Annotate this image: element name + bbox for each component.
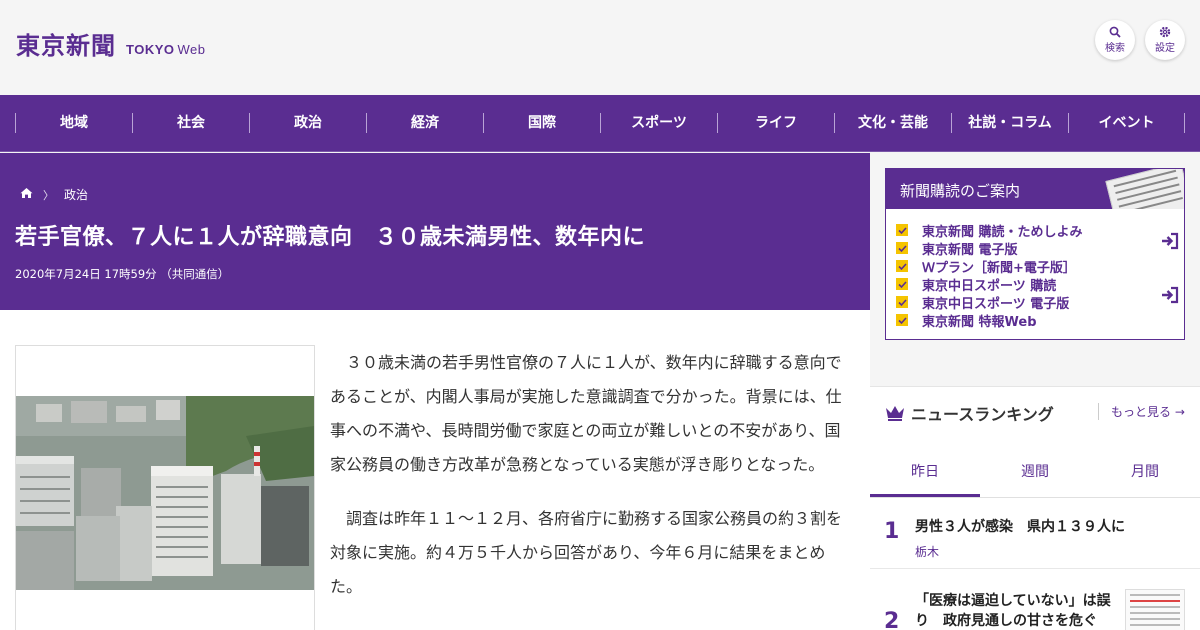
ranking-item[interactable]: 2 「医療は逼迫していない」は誤り 政府見通しの甘さを危ぐ — [870, 569, 1200, 630]
article-text: ３０歳未満の若手男性官僚の７人に１人が、数年内に辞職する意向であることが、内閣人… — [330, 346, 850, 624]
search-label: 検索 — [1105, 43, 1125, 54]
nav-item-politics[interactable]: 政治 — [249, 113, 366, 133]
checkbox-icon — [896, 242, 908, 254]
subscription-heading-bar: 新聞購読のご案内 — [886, 169, 1184, 209]
breadcrumb-home[interactable] — [20, 187, 33, 202]
nav-item-economy[interactable]: 経済 — [366, 113, 483, 133]
ranking-tabs: 昨日 週間 月間 — [870, 447, 1200, 498]
news-ranking: ニュースランキング もっと見る → 昨日 週間 月間 1 男性３人が感染 県内１… — [870, 386, 1200, 630]
ranking-item[interactable]: 1 男性３人が感染 県内１３９人に 栃木 — [870, 499, 1200, 569]
breadcrumb-separator-icon: 〉 — [43, 188, 54, 202]
subscription-item-label: 東京新聞 電子版 — [922, 242, 1018, 258]
nav-item-international[interactable]: 国際 — [483, 113, 600, 133]
arrow-right-icon: → — [1174, 405, 1185, 419]
ranking-title: 男性３人が感染 県内１３９人に — [915, 519, 1125, 535]
tab-weekly[interactable]: 週間 — [980, 447, 1090, 497]
subscription-item-label: 東京中日スポーツ 電子版 — [922, 296, 1070, 312]
subscription-item-label: 東京中日スポーツ 購読 — [922, 278, 1057, 294]
crown-icon — [886, 406, 904, 421]
search-icon — [1109, 26, 1121, 38]
subscription-heading: 新聞購読のご案内 — [900, 182, 1021, 200]
article-photo[interactable] — [16, 396, 314, 590]
ranking-number: 2 — [884, 609, 900, 630]
article-title: 若手官僚、７人に１人が辞職意向 ３０歳未満男性、数年内に — [15, 225, 646, 250]
article-photo-frame — [15, 345, 315, 630]
login-icon[interactable] — [1160, 286, 1180, 304]
breadcrumb: 〉 政治 — [20, 186, 88, 203]
ranking-thumbnail — [1125, 589, 1185, 630]
newspaper-icon — [1105, 169, 1184, 209]
subscription-item[interactable]: 東京新聞 特報Web — [896, 311, 1176, 330]
subscription-item[interactable]: 東京新聞 購読・ためしよみ — [896, 221, 1176, 240]
checkbox-icon — [896, 296, 908, 308]
site-logo[interactable]: 東京新聞 TOKYO Web — [16, 26, 206, 61]
settings-button[interactable]: 設定 — [1145, 20, 1185, 60]
subscription-item[interactable]: 東京新聞 電子版 — [896, 239, 1176, 258]
main-nav: 地域 社会 政治 経済 国際 スポーツ ライフ 文化・芸能 社説・コラム イベン… — [0, 95, 1200, 152]
checkbox-icon — [896, 278, 908, 290]
article-paragraph: 調査は昨年１１～１２月、各府省庁に勤務する国家公務員の約３割を対象に実施。約４万… — [330, 509, 843, 596]
tab-monthly[interactable]: 月間 — [1090, 447, 1200, 497]
nav-item-culture[interactable]: 文化・芸能 — [834, 113, 951, 133]
login-icon[interactable] — [1160, 232, 1180, 250]
nav-item-society[interactable]: 社会 — [132, 113, 249, 133]
site-header: 東京新聞 TOKYO Web 検索 設定 — [0, 0, 1200, 95]
subscription-box: 新聞購読のご案内 東京新聞 購読・ためしよみ 東京新聞 電子版 Ｗプラン［新聞+… — [885, 168, 1185, 340]
logo-jp: 東京新聞 — [16, 31, 116, 60]
nav-item-region[interactable]: 地域 — [15, 113, 132, 133]
article-date: 2020年7月24日 17時59分 （共同通信） — [15, 267, 230, 281]
subscription-item[interactable]: Ｗプラン［新聞+電子版］ — [896, 257, 1176, 276]
ranking-more-link[interactable]: もっと見る → — [1098, 403, 1185, 420]
search-button[interactable]: 検索 — [1095, 20, 1135, 60]
nav-item-life[interactable]: ライフ — [717, 113, 834, 133]
ranking-title: 「医療は逼迫していない」は誤り 政府見通しの甘さを危ぐ — [915, 593, 1111, 629]
nav-item-events[interactable]: イベント — [1068, 113, 1185, 133]
subscription-list: 東京新聞 購読・ためしよみ 東京新聞 電子版 Ｗプラン［新聞+電子版］ 東京中日… — [896, 221, 1179, 330]
subscription-item-label: 東京新聞 購読・ためしよみ — [922, 224, 1083, 240]
checkbox-icon — [896, 260, 908, 272]
nav-item-sports[interactable]: スポーツ — [600, 113, 717, 133]
article-body: ３０歳未満の若手男性官僚の７人に１人が、数年内に辞職する意向であることが、内閣人… — [0, 310, 870, 630]
subscription-item-label: Ｗプラン［新聞+電子版］ — [922, 260, 1076, 276]
ranking-category[interactable]: 栃木 — [915, 543, 939, 560]
checkbox-icon — [896, 224, 908, 236]
checkbox-icon — [896, 314, 908, 326]
government-buildings-aerial-image — [16, 396, 314, 590]
breadcrumb-section[interactable]: 政治 — [64, 186, 88, 203]
subscription-item[interactable]: 東京中日スポーツ 電子版 — [896, 293, 1176, 312]
article-header: 〉 政治 若手官僚、７人に１人が辞職意向 ３０歳未満男性、数年内に 2020年7… — [0, 153, 870, 310]
article-paragraph: ３０歳未満の若手男性官僚の７人に１人が、数年内に辞職する意向であることが、内閣人… — [330, 353, 842, 474]
logo-en: TOKYO Web — [126, 42, 206, 57]
nav-item-editorial[interactable]: 社説・コラム — [951, 113, 1068, 133]
right-sidebar: 新聞購読のご案内 東京新聞 購読・ためしよみ 東京新聞 電子版 Ｗプラン［新聞+… — [870, 153, 1200, 630]
tab-yesterday[interactable]: 昨日 — [870, 447, 980, 497]
ranking-heading: ニュースランキング — [885, 401, 1054, 425]
subscription-item-label: 東京新聞 特報Web — [922, 314, 1037, 330]
settings-label: 設定 — [1155, 43, 1175, 54]
subscription-item[interactable]: 東京中日スポーツ 購読 — [896, 275, 1176, 294]
gear-icon — [1159, 26, 1171, 38]
ranking-number: 1 — [884, 519, 900, 544]
home-icon — [20, 188, 33, 198]
